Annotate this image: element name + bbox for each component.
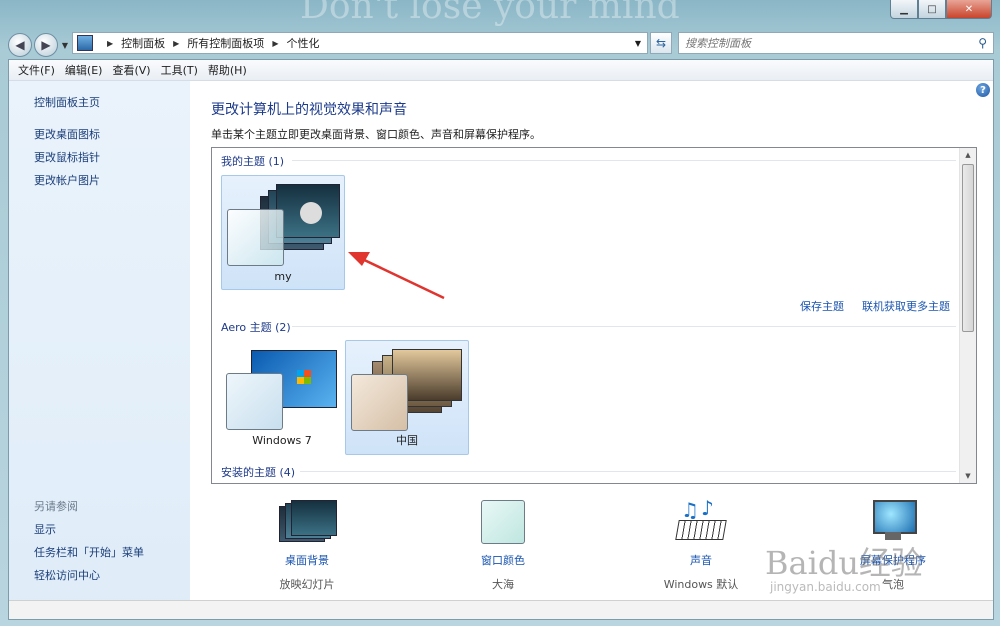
search-icon[interactable]: ⚲ [978,36,987,50]
nav-buttons: ◀ ▶ ▼ [8,33,70,57]
window-frame: Don't lose your mind ▁ □ ✕ ◀ ▶ ▼ ▶ 控制面板 … [0,0,1000,626]
gallery-scrollbar[interactable]: ▲ ▼ [959,148,976,483]
see-also-display[interactable]: 显示 [34,521,56,537]
save-theme-link[interactable]: 保存主题 [800,298,844,314]
page-subtitle: 单击某个主题立即更改桌面背景、窗口颜色、声音和屏幕保护程序。 [211,128,541,141]
bottom-sound[interactable]: ♫ ♪ 声音 Windows 默认 [646,496,756,592]
window-color-swatch [226,373,283,430]
theme-label: 中国 [396,434,418,447]
menu-file[interactable]: 文件(F) [13,62,60,78]
address-dropdown-icon[interactable]: ▼ [635,39,641,48]
control-panel-icon [77,35,93,51]
bottom-link[interactable]: 声音 [646,552,756,568]
sidebar-link-desktop-icons[interactable]: 更改桌面图标 [34,126,100,142]
red-pointer-arrow [348,252,445,300]
sidebar-link-home[interactable]: 控制面板主页 [34,94,100,110]
see-also-ease-of-access[interactable]: 轻松访问中心 [34,567,100,583]
scroll-up-icon[interactable]: ▲ [960,148,976,162]
caption-buttons: ▁ □ ✕ [890,0,992,19]
windows-flag-icon [297,370,311,384]
theme-my[interactable]: my [221,175,345,290]
menu-edit[interactable]: 编辑(E) [60,62,108,78]
bottom-sub: 大海 [492,578,514,591]
see-also-taskbar[interactable]: 任务栏和「开始」菜单 [34,544,144,560]
window-color-swatch [351,374,408,431]
address-bar[interactable]: ▶ 控制面板 ▶ 所有控制面板项 ▶ 个性化 ▼ [72,32,648,54]
menu-view[interactable]: 查看(V) [107,62,155,78]
refresh-icon: ⇆ [655,36,667,50]
status-bar [9,600,993,619]
close-button[interactable]: ✕ [946,0,992,19]
theme-label: Windows 7 [252,434,312,447]
forward-arrow-icon: ▶ [41,38,51,52]
baidu-watermark-logo: Baidu经验 [765,544,923,582]
group-header-my-themes: 我的主题 (1) [221,155,285,168]
forward-button[interactable]: ▶ [34,33,58,57]
sidebar-link-account-picture[interactable]: 更改帐户图片 [34,172,100,188]
help-icon[interactable]: ? [976,83,990,97]
page-title: 更改计算机上的视觉效果和声音 [211,102,407,118]
group-header-installed: 安装的主题 (4) [221,466,296,479]
see-also-header: 另请参阅 [34,500,78,513]
group-divider [292,326,956,327]
window-client: 文件(F) 编辑(E) 查看(V) 工具(T) 帮助(H) 控制面板主页 更改桌… [8,59,994,620]
scroll-down-icon[interactable]: ▼ [960,469,976,483]
theme-label: my [274,270,292,283]
desktop-background-icon [279,500,337,546]
back-arrow-icon: ◀ [15,38,25,52]
sidebar-link-mouse-pointer[interactable]: 更改鼠标指针 [34,149,100,165]
group-divider [292,160,956,161]
theme-china[interactable]: 中国 [345,340,469,455]
scrollbar-thumb[interactable] [962,164,974,332]
breadcrumb-personalization[interactable]: 个性化 [286,35,319,51]
get-more-themes-link[interactable]: 联机获取更多主题 [862,298,950,314]
refresh-button[interactable]: ⇆ [650,32,672,54]
maximize-button[interactable]: □ [918,0,946,19]
bottom-link[interactable]: 窗口颜色 [448,552,558,568]
window-color-icon [475,500,531,546]
search-box[interactable]: ⚲ [678,32,994,54]
menu-help[interactable]: 帮助(H) [203,62,252,78]
theme-windows-7[interactable]: Windows 7 [221,340,343,453]
titlebar-watermark: Don't lose your mind [300,0,680,27]
window-color-swatch [227,209,284,266]
chevron-right-icon[interactable]: ▶ [173,39,179,48]
bottom-link[interactable]: 桌面背景 [252,552,362,568]
bottom-window-color[interactable]: 窗口颜色 大海 [448,500,558,592]
breadcrumb-control-panel[interactable]: 控制面板 [121,35,165,51]
chevron-right-icon[interactable]: ▶ [272,39,278,48]
chevron-right-icon[interactable]: ▶ [107,39,113,48]
sidebar: 控制面板主页 更改桌面图标 更改鼠标指针 更改帐户图片 另请参阅 显示 任务栏和… [9,81,190,619]
bottom-sub: 放映幻灯片 [279,578,335,591]
baidu-watermark-url: jingyan.baidu.com [770,580,881,594]
theme-gallery[interactable]: 我的主题 (1) my 保存主题 联机获取更多主题 Aero 主题 (2) Wi… [211,147,977,484]
bottom-sub: Windows 默认 [663,578,739,591]
menu-tools[interactable]: 工具(T) [156,62,203,78]
music-notes-icon: ♫ ♪ [673,496,729,546]
bottom-desktop-background[interactable]: 桌面背景 放映幻灯片 [252,500,362,592]
group-header-aero: Aero 主题 (2) [221,321,291,334]
recent-pages-dropdown[interactable]: ▼ [60,41,70,50]
back-button[interactable]: ◀ [8,33,32,57]
breadcrumb-all-items[interactable]: 所有控制面板项 [187,35,264,51]
menu-bar: 文件(F) 编辑(E) 查看(V) 工具(T) 帮助(H) [9,60,993,81]
search-input[interactable] [679,35,967,51]
group-divider [300,471,956,472]
minimize-button[interactable]: ▁ [890,0,918,19]
